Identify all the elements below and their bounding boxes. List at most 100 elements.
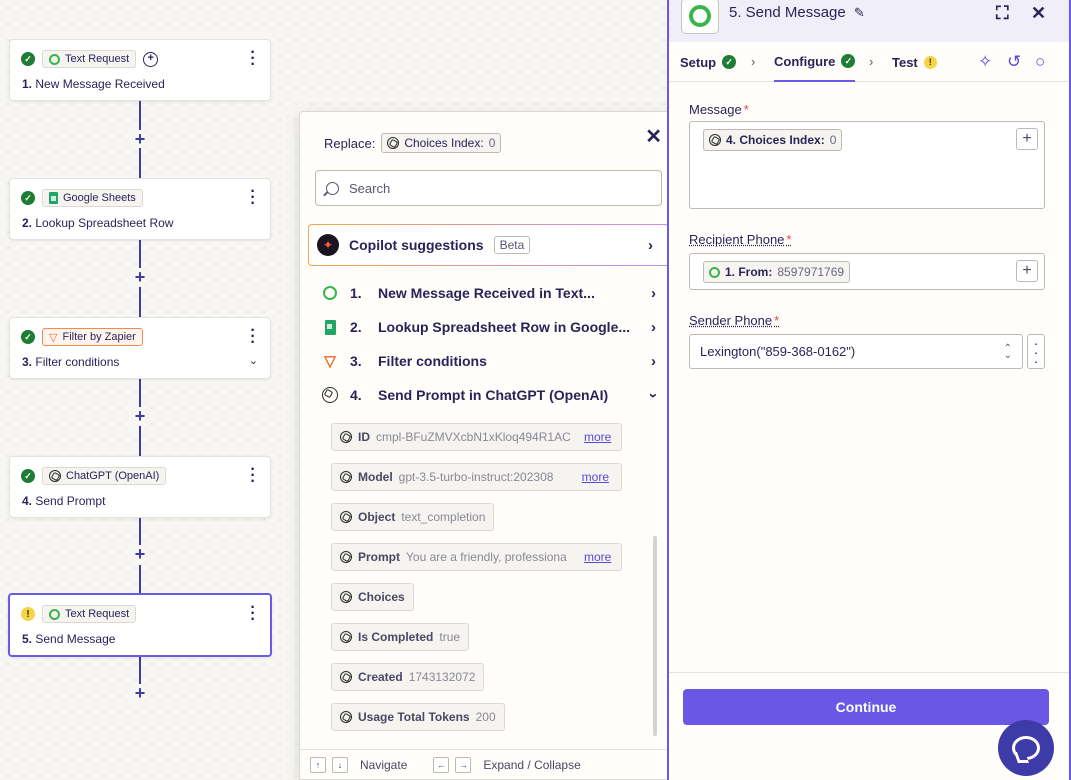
step-label: Send Prompt in ChatGPT (OpenAI) xyxy=(378,387,609,403)
step-menu-icon[interactable]: · · · xyxy=(248,323,258,351)
field-key: Created xyxy=(358,670,403,684)
tab-setup[interactable]: Setup ✓ xyxy=(680,42,737,82)
field-pill-choices[interactable]: Choices xyxy=(331,583,414,611)
field-pill-prompt[interactable]: Prompt You are a friendly, professiona m… xyxy=(331,543,622,571)
pencil-icon[interactable]: ✎ xyxy=(854,5,865,20)
comment-icon[interactable]: ○ xyxy=(1035,52,1045,72)
add-step-button[interactable]: + xyxy=(131,130,149,148)
workflow-step-1[interactable]: ✓ Text Request + 1. New Message Received… xyxy=(9,39,271,101)
step-menu-icon[interactable]: · · · xyxy=(248,462,258,490)
scrollbar[interactable] xyxy=(653,536,657,736)
success-check-icon: ✓ xyxy=(21,469,35,483)
step-row-1[interactable]: 1. New Message Received in Text... › xyxy=(320,279,660,307)
add-circle-icon[interactable]: + xyxy=(143,51,159,67)
close-icon[interactable]: ✕ xyxy=(1031,3,1046,24)
field-key: Choices xyxy=(358,590,405,604)
more-link[interactable]: more xyxy=(581,470,610,484)
continue-button[interactable]: Continue xyxy=(683,689,1049,725)
openai-icon xyxy=(387,137,400,149)
tab-label: Configure xyxy=(774,53,836,69)
step-title: 5. Send Message xyxy=(22,632,116,646)
field-key: ID xyxy=(358,430,370,444)
field-value: true xyxy=(439,630,461,644)
message-field[interactable]: 4. Choices Index: 0 + xyxy=(689,121,1045,209)
workflow-step-2[interactable]: ✓ Google Sheets 2. Lookup Spreadsheet Ro… xyxy=(9,178,271,240)
message-label: Message * xyxy=(689,102,749,117)
warning-icon: ! xyxy=(923,55,937,69)
app-name: Text Request xyxy=(65,53,130,65)
undo-icon[interactable]: ↺ xyxy=(1007,52,1021,72)
expand-icon[interactable]: ⛶ xyxy=(996,3,1009,24)
field-pill-id[interactable]: ID cmpl-BFuZMVXcbN1xKloq494R1AC more xyxy=(331,423,622,451)
workflow-step-4[interactable]: ✓ ChatGPT (OpenAI) 4. Send Prompt · · · xyxy=(9,456,271,518)
insert-data-button[interactable]: + xyxy=(1016,128,1038,150)
workflow-step-5[interactable]: ! Text Request 5. Send Message · · · xyxy=(8,593,272,657)
text-request-icon xyxy=(49,608,60,620)
panel-title[interactable]: 5. Send Message ✎ xyxy=(729,4,865,21)
connector-line xyxy=(139,148,141,178)
search-input[interactable] xyxy=(349,180,629,196)
step-row-3[interactable]: ▽ 3. Filter conditions › xyxy=(320,347,660,375)
navigate-hint: Navigate xyxy=(360,757,408,772)
field-key: Usage Total Tokens xyxy=(358,710,470,724)
step-menu-icon[interactable]: · · · xyxy=(248,600,258,628)
copilot-suggestions-button[interactable]: ✦ Copilot suggestions Beta › xyxy=(308,224,670,266)
chevron-right-icon: › xyxy=(651,352,656,370)
pill-key: Choices Index: xyxy=(404,136,484,150)
field-key: Model xyxy=(358,470,393,484)
field-pill-created[interactable]: Created 1743132072 xyxy=(331,663,485,691)
sender-phone-select[interactable]: Lexington("859-368-0162") ⌃ ⌄ xyxy=(689,334,1023,369)
connector-line xyxy=(139,565,141,595)
success-check-icon: ✓ xyxy=(21,330,35,344)
add-step-button[interactable]: + xyxy=(131,268,149,286)
step-row-4[interactable]: 4. Send Prompt in ChatGPT (OpenAI) › xyxy=(320,381,662,409)
close-icon[interactable]: ✕ xyxy=(645,124,662,149)
workflow-step-3[interactable]: ✓ ▽ Filter by Zapier 3. Filter condition… xyxy=(9,317,271,379)
search-box[interactable] xyxy=(315,170,662,206)
insert-data-button[interactable]: + xyxy=(1016,260,1038,282)
sparkle-icon[interactable]: ✧ xyxy=(978,52,992,72)
chevron-right-icon: › xyxy=(651,318,656,336)
more-link[interactable]: more xyxy=(584,550,612,564)
beta-badge: Beta xyxy=(493,236,531,254)
add-step-button[interactable]: + xyxy=(131,684,149,702)
step-label: New Message Received in Text... xyxy=(378,285,595,301)
field-value: 200 xyxy=(475,710,496,724)
chevron-right-icon: › xyxy=(651,284,656,302)
field-key: Prompt xyxy=(358,550,400,564)
recipient-phone-label: Recipient Phone * xyxy=(689,232,792,247)
step-number: 2. xyxy=(350,319,362,335)
app-chip: Google Sheets xyxy=(42,189,143,207)
chevron-down-icon[interactable]: ⌄ xyxy=(249,354,258,367)
tab-configure[interactable]: Configure ✓ xyxy=(774,42,856,82)
field-pill-is-completed[interactable]: Is Completed true xyxy=(331,623,470,651)
data-picker-dropdown: Replace: Choices Index: 0 ✕ ✦ Copilot su… xyxy=(299,111,677,780)
field-pill-object[interactable]: Object text_completion xyxy=(331,503,495,531)
field-pill-usage-total-tokens[interactable]: Usage Total Tokens 200 xyxy=(331,703,505,731)
field-options-menu-icon[interactable]: · · · xyxy=(1027,334,1045,369)
message-token-pill[interactable]: 4. Choices Index: 0 xyxy=(703,129,843,151)
app-name: ChatGPT (OpenAI) xyxy=(66,470,160,482)
step-menu-icon[interactable]: · · · xyxy=(248,45,258,73)
step-row-2[interactable]: 2. Lookup Spreadsheet Row in Google... › xyxy=(320,313,660,341)
step-menu-icon[interactable]: · · · xyxy=(248,184,258,212)
field-pill-model[interactable]: Model gpt-3.5-turbo-instruct:202308 more xyxy=(331,463,622,491)
help-chat-button[interactable] xyxy=(998,720,1054,776)
warning-icon: ! xyxy=(21,607,35,621)
add-step-button[interactable]: + xyxy=(131,545,149,563)
app-name: Google Sheets xyxy=(63,192,136,204)
google-sheets-icon xyxy=(324,319,336,335)
connector-line xyxy=(139,287,141,317)
recipient-phone-field[interactable]: 1. From: 8597971769 + xyxy=(689,253,1045,290)
connector-line xyxy=(139,240,141,270)
app-chip: ChatGPT (OpenAI) xyxy=(42,467,167,485)
add-step-button[interactable]: + xyxy=(131,407,149,425)
panel-header: 5. Send Message ✎ ⛶ ✕ xyxy=(669,0,1069,42)
tab-label: Setup xyxy=(680,54,717,70)
recipient-token-pill[interactable]: 1. From: 8597971769 xyxy=(703,261,851,283)
more-link[interactable]: more xyxy=(584,430,612,444)
expand-collapse-hint: Expand / Collapse xyxy=(483,757,581,772)
replace-row: Replace: Choices Index: 0 xyxy=(324,133,502,153)
openai-icon xyxy=(340,511,352,523)
tab-test[interactable]: Test ! xyxy=(892,42,937,82)
